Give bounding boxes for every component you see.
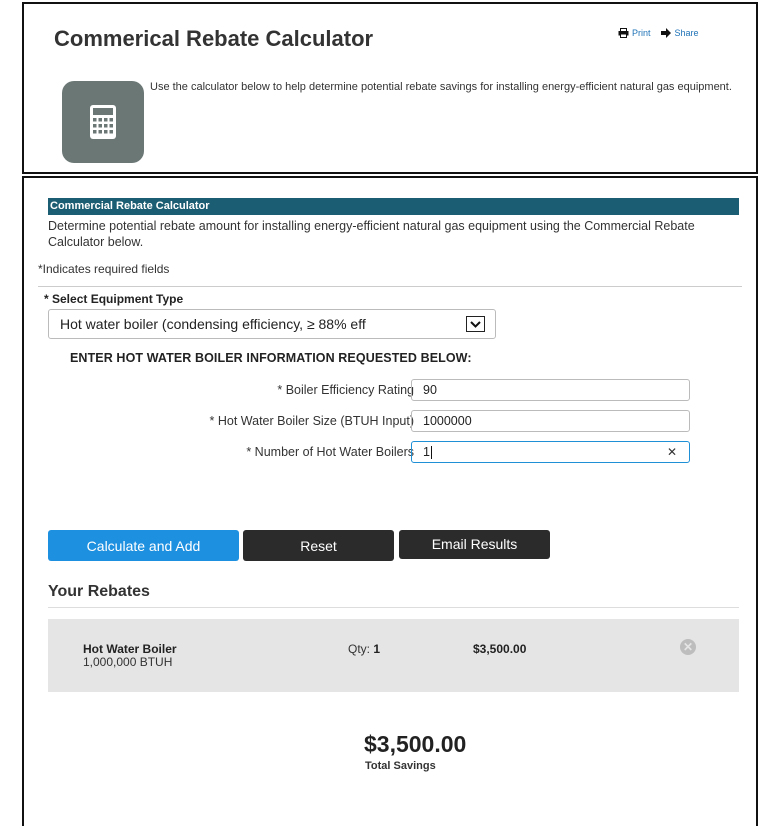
rebate-item: Hot Water Boiler 1,000,000 BTUH Qty: 1 $… (48, 619, 739, 692)
boiler-count-value: 1 (423, 445, 430, 459)
divider (38, 286, 742, 287)
calculator-panel: Commercial Rebate Calculator Determine p… (22, 176, 758, 826)
chevron-down-icon[interactable] (466, 316, 485, 332)
share-icon (660, 28, 671, 38)
intro-text: Use the calculator below to help determi… (150, 81, 732, 93)
rebate-item-amount: $3,500.00 (473, 642, 527, 656)
reset-button[interactable]: Reset (243, 530, 394, 561)
equipment-type-select[interactable]: Hot water boiler (condensing efficiency,… (48, 309, 496, 339)
page-title: Commerical Rebate Calculator (54, 26, 374, 51)
equipment-type-value: Hot water boiler (condensing efficiency,… (60, 316, 366, 332)
efficiency-rating-input[interactable]: 90 (411, 379, 690, 401)
share-label: Share (674, 28, 699, 38)
share-link[interactable]: Share (660, 28, 699, 38)
equipment-type-label: * Select Equipment Type (44, 292, 184, 306)
calculator-icon (62, 81, 144, 163)
calculator-header: Commercial Rebate Calculator (48, 198, 739, 215)
text-cursor (430, 446, 432, 460)
required-note: *Indicates required fields (38, 262, 170, 276)
print-label: Print (632, 28, 651, 38)
divider (48, 607, 739, 608)
calculate-and-add-button[interactable]: Calculate and Add (48, 530, 239, 561)
efficiency-rating-label: * Boiler Efficiency Rating (277, 383, 414, 397)
boiler-count-input[interactable]: 1 ✕ (411, 441, 690, 463)
total-savings-amount: $3,500.00 (364, 731, 467, 757)
total-savings-label: Total Savings (365, 760, 436, 772)
section-heading: ENTER HOT WATER BOILER INFORMATION REQUE… (70, 351, 472, 365)
qty-label: Qty: (348, 642, 371, 656)
clear-icon[interactable]: ✕ (667, 442, 677, 462)
printer-icon (618, 28, 629, 38)
rebates-title: Your Rebates (48, 583, 150, 600)
toolbar: Print Share (618, 28, 699, 38)
calculator-description: Determine potential rebate amount for in… (48, 219, 695, 249)
boiler-size-label: * Hot Water Boiler Size (BTUH Input) (209, 414, 414, 428)
rebate-item-qty: Qty: 1 (348, 642, 380, 656)
email-results-button[interactable]: Email Results (399, 530, 550, 559)
qty-value: 1 (373, 642, 381, 656)
rebate-item-detail: 1,000,000 BTUH (83, 655, 173, 669)
rebate-item-name: Hot Water Boiler (83, 642, 177, 656)
print-link[interactable]: Print (618, 28, 651, 38)
boiler-count-label: * Number of Hot Water Boilers (246, 445, 414, 459)
intro-panel: Commerical Rebate Calculator Print Share… (22, 2, 758, 174)
boiler-size-input[interactable]: 1000000 (411, 410, 690, 432)
remove-icon[interactable]: ✕ (680, 639, 696, 655)
